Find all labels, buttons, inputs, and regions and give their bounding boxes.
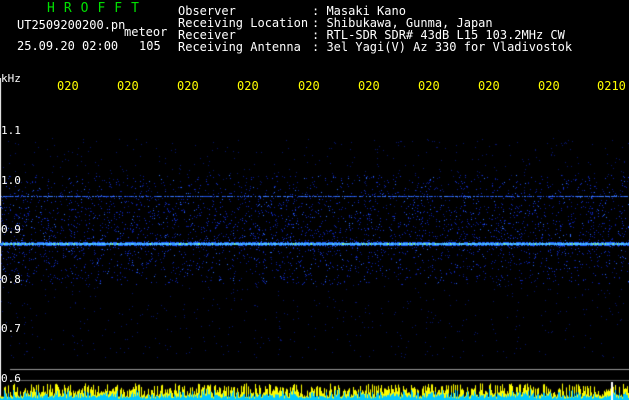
y-tick-label: 0.8	[1, 273, 21, 286]
app-title: HROFFT	[47, 1, 148, 16]
x-tick-label: 020	[358, 79, 380, 93]
x-tick-label: 020	[418, 79, 440, 93]
x-tick-label: 020	[57, 79, 79, 93]
y-tick-label: 0.6	[1, 372, 21, 385]
y-axis-unit: kHz	[1, 72, 21, 85]
x-tick-label: 020	[117, 79, 139, 93]
x-tick-label: 020	[478, 79, 500, 93]
antenna-label: Receiving Antenna	[178, 40, 301, 54]
mode-label: meteor	[124, 25, 168, 39]
x-tick-label: 020	[237, 79, 259, 93]
file-name: UT2509200200.pn	[17, 18, 126, 32]
y-tick-label: 0.9	[1, 223, 21, 236]
y-tick-label: 0.7	[1, 322, 21, 335]
x-tick-label: 020	[298, 79, 320, 93]
datetime: 25.09.20 02:00	[17, 39, 119, 53]
y-tick-label: 1.1	[1, 124, 21, 137]
x-tick-label: 020	[177, 79, 199, 93]
x-tick-label: 0210	[597, 79, 626, 93]
spectrogram	[0, 78, 629, 400]
detection-count: 105	[139, 39, 161, 53]
y-tick-label: 1.0	[1, 174, 21, 187]
x-tick-label: 020	[538, 79, 560, 93]
antenna-value: : 3el Yagi(V) Az 330 for Vladivostok	[312, 40, 573, 54]
